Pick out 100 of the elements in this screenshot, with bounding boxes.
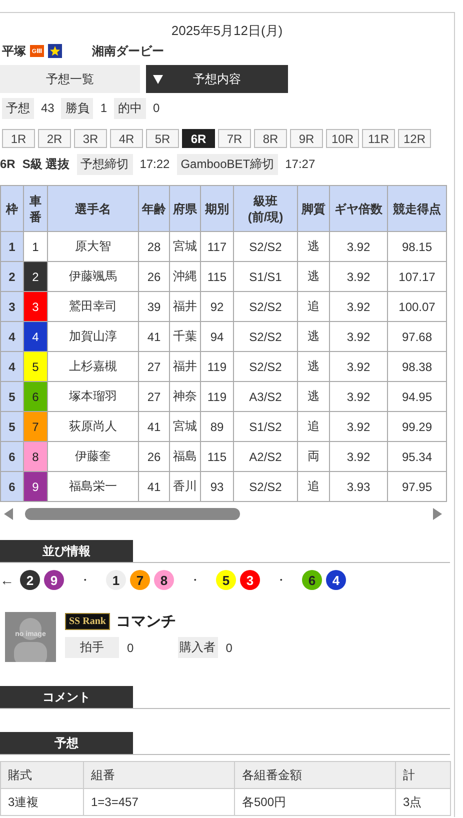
table-cell: 3.92: [330, 322, 388, 352]
stat-label: 勝負: [61, 98, 94, 118]
column-header: 脚質: [298, 186, 330, 232]
table-cell: 神奈: [170, 382, 200, 412]
table-cell: 97.95: [388, 472, 446, 502]
table-cell: 3.92: [330, 232, 388, 262]
date-heading: 2025年5月12日(月): [170, 22, 284, 39]
table-cell: 107.17: [388, 262, 446, 292]
section-heading: 予想: [0, 732, 133, 754]
direction-arrow: ←: [0, 572, 14, 588]
table-cell: 両: [298, 442, 330, 472]
table-cell: 94: [200, 322, 234, 352]
car-number-cell: 2: [24, 262, 48, 292]
car-chip: 7: [130, 570, 150, 590]
race-button[interactable]: 3R: [74, 129, 107, 148]
table-cell: 115: [200, 442, 234, 472]
race-button[interactable]: 5R: [146, 129, 179, 148]
table-cell: S2/S2: [234, 322, 298, 352]
table-cell: 41: [138, 472, 170, 502]
table-cell: 伊藤奎: [48, 442, 138, 472]
car-chip: 8: [154, 570, 174, 590]
column-header: 選手名: [48, 186, 138, 232]
frame-cell: 3: [0, 292, 24, 322]
separator: ・: [78, 572, 92, 588]
race-number: 6R: [0, 157, 16, 171]
race-button[interactable]: 4R: [110, 129, 143, 148]
stat-value: 0: [153, 101, 160, 115]
race-button[interactable]: 6R: [182, 129, 215, 148]
table-cell: 39: [138, 292, 170, 322]
table-cell: 119: [200, 382, 234, 412]
column-header: 期別: [200, 186, 234, 232]
table-cell: S1/S2: [234, 412, 298, 442]
race-button[interactable]: 1R: [2, 129, 35, 148]
table-cell: 27: [138, 382, 170, 412]
table-cell: A3/S2: [234, 382, 298, 412]
table-cell: 香川: [170, 472, 200, 502]
tab[interactable]: 予想内容: [146, 65, 288, 93]
stat-label: 拍手: [65, 637, 119, 658]
deadline-time: 17:27: [285, 157, 316, 171]
column-header: 競走得点: [388, 186, 446, 232]
table-cell: 93: [200, 472, 234, 502]
race-button[interactable]: 11R: [362, 129, 395, 148]
table-cell: 26: [138, 262, 170, 292]
table-cell: 95.34: [388, 442, 446, 472]
table-cell: 3.92: [330, 382, 388, 412]
car-number-cell: 7: [24, 412, 48, 442]
table-cell: 逃: [298, 352, 330, 382]
venue-name: 平塚: [2, 42, 26, 60]
caret-icon: [153, 75, 163, 84]
table-cell: 上杉嘉槻: [48, 352, 138, 382]
table-cell: 宮城: [170, 412, 200, 442]
stat-value: 43: [41, 101, 54, 115]
race-button[interactable]: 12R: [398, 129, 431, 148]
section-heading: 並び情報: [0, 540, 133, 562]
race-button[interactable]: 10R: [326, 129, 359, 148]
table-cell: 26: [138, 442, 170, 472]
table-cell: 115: [200, 262, 234, 292]
table-cell: 福島: [170, 442, 200, 472]
scroll-left-icon[interactable]: [4, 508, 13, 520]
table-cell: 逃: [298, 232, 330, 262]
table-cell: S1/S1: [234, 262, 298, 292]
column-header: 車番: [24, 186, 48, 232]
table-cell: 119: [200, 352, 234, 382]
scroll-right-icon[interactable]: [433, 508, 442, 520]
car-chip: 6: [302, 570, 322, 590]
scroll-thumb[interactable]: [25, 508, 240, 520]
race-button[interactable]: 2R: [38, 129, 71, 148]
table-cell: 福島栄一: [48, 472, 138, 502]
frame-cell: 2: [0, 262, 24, 292]
car-chip: 5: [216, 570, 236, 590]
column-header: 各組番金額: [234, 762, 396, 788]
table-cell: 92: [200, 292, 234, 322]
race-button[interactable]: 7R: [218, 129, 251, 148]
car-number-cell: 1: [24, 232, 48, 262]
car-number-cell: 6: [24, 382, 48, 412]
table-cell: 98.15: [388, 232, 446, 262]
avatar-placeholder: [5, 612, 56, 662]
deadline-label: GambooBET締切: [176, 154, 278, 174]
column-header: 枠: [0, 186, 24, 232]
column-header: 年齢: [138, 186, 170, 232]
table-cell: 99.29: [388, 412, 446, 442]
frame-cell: 4: [0, 322, 24, 352]
frame-cell: 5: [0, 382, 24, 412]
table-cell: 3.92: [330, 412, 388, 442]
frame-cell: 4: [0, 352, 24, 382]
stat-value: 0: [226, 640, 232, 654]
stat-label: 購入者: [178, 637, 218, 658]
car-chip: 2: [20, 570, 40, 590]
table-cell: 塚本瑠羽: [48, 382, 138, 412]
car-number-cell: 3: [24, 292, 48, 322]
race-button[interactable]: 8R: [254, 129, 287, 148]
car-chip: 9: [44, 570, 64, 590]
table-cell: 各500円: [234, 788, 396, 816]
race-button[interactable]: 9R: [290, 129, 323, 148]
table-cell: 追: [298, 412, 330, 442]
table-cell: 千葉: [170, 322, 200, 352]
table-cell: 福井: [170, 292, 200, 322]
stat-label: 的中: [114, 98, 146, 118]
tab[interactable]: 予想一覧: [0, 65, 140, 93]
table-cell: S2/S2: [234, 352, 298, 382]
